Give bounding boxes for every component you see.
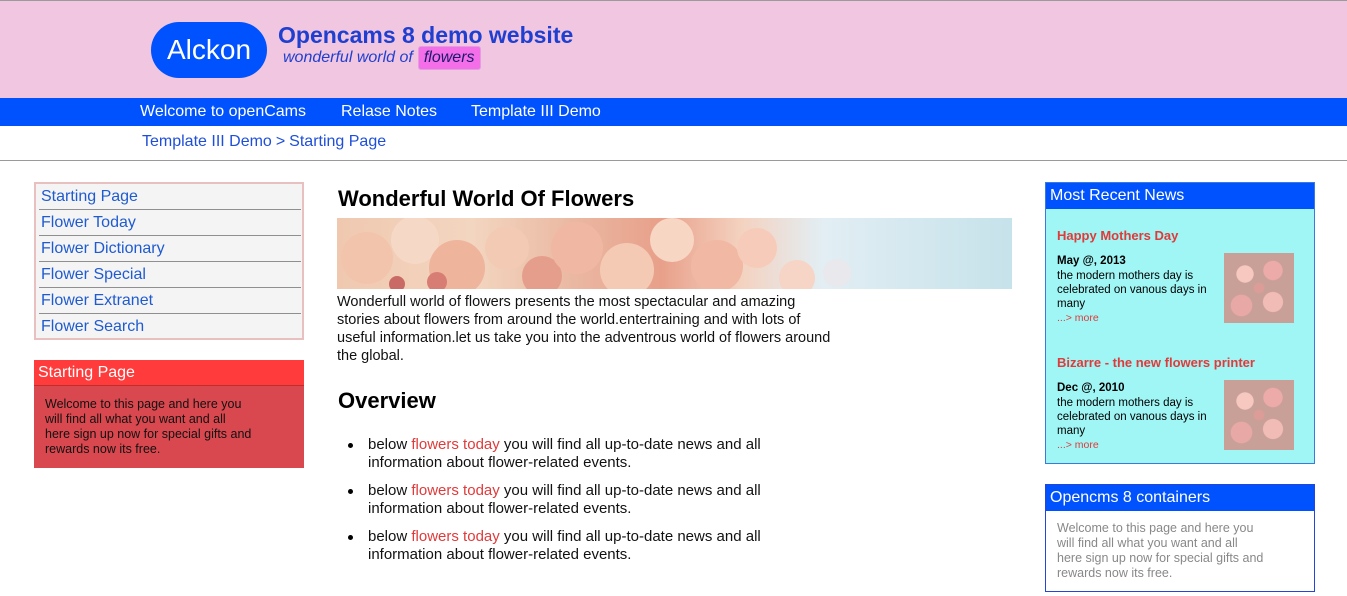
news-headline[interactable]: Bizarre - the new flowers printer [1057,355,1305,370]
news-summary: the modern mothers day is celebrated on … [1057,397,1207,437]
sidebar-item-starting-page[interactable]: Starting Page [39,184,301,210]
bullet-text-before: below [368,436,408,453]
tagline-text: wonderful world of [283,49,413,66]
news-date: May @, 2013 [1057,255,1126,267]
breadcrumb: Template III Demo > Starting Page [142,133,386,151]
bullet-text-before: below [368,528,408,545]
infobox-text: Welcome to this page and here you will f… [45,397,252,456]
tagline-highlight: flowers [417,46,481,70]
sidebar-item-flower-dictionary[interactable]: Flower Dictionary [39,236,301,262]
flowers-today-link[interactable]: flowers today [411,482,499,499]
list-item: below flowers today you will find all up… [338,528,808,564]
containers-text: Welcome to this page and here you will f… [1057,521,1264,580]
bullet-text-before: below [368,482,408,499]
overview-list: below flowers today you will find all up… [338,436,808,574]
news-more-link[interactable]: ...> more [1057,312,1099,324]
site-logo[interactable]: Alckon [151,22,267,78]
list-item: below flowers today you will find all up… [338,436,808,472]
news-item: Happy Mothers Day May @, 2013 the modern… [1057,228,1305,324]
flowers-banner-image [337,218,1012,289]
list-item: below flowers today you will find all up… [338,482,808,518]
breadcrumb-parent[interactable]: Template III Demo [142,133,272,150]
breadcrumb-separator: > [275,133,286,150]
news-thumbnail-image[interactable] [1224,380,1294,450]
overview-heading: Overview [338,388,436,413]
nav-item-welcome[interactable]: Welcome to openCams [140,98,306,125]
flowers-today-link[interactable]: flowers today [411,436,499,453]
containers-title: Opencms 8 containers [1046,485,1314,511]
breadcrumb-current[interactable]: Starting Page [289,133,386,150]
sidebar-infobox: Starting Page Welcome to this page and h… [34,360,304,468]
sidebar-item-flower-special[interactable]: Flower Special [39,262,301,288]
header-divider [0,160,1347,161]
news-item: Bizarre - the new flowers printer Dec @,… [1057,355,1305,451]
site-tagline: wonderful world of flowers [283,46,481,70]
recent-news-panel: Most Recent News Happy Mothers Day May @… [1045,182,1315,464]
sidebar-nav: Starting Page Flower Today Flower Dictio… [34,182,304,340]
containers-panel: Opencms 8 containers Welcome to this pag… [1045,484,1315,592]
page-title: Wonderful World Of Flowers [338,186,635,211]
main-nav: Welcome to openCams Relase Notes Templat… [0,98,1347,126]
news-thumbnail-image[interactable] [1224,253,1294,323]
infobox-title: Starting Page [34,360,304,386]
recent-news-title: Most Recent News [1046,183,1314,209]
news-date: Dec @, 2010 [1057,382,1125,394]
site-header: Alckon Opencams 8 demo website wonderful… [0,0,1347,98]
sidebar-item-flower-search[interactable]: Flower Search [39,314,301,340]
sidebar-item-flower-today[interactable]: Flower Today [39,210,301,236]
news-headline[interactable]: Happy Mothers Day [1057,228,1305,243]
news-more-link[interactable]: ...> more [1057,439,1099,451]
site-title: Opencams 8 demo website [278,22,574,48]
nav-item-template-demo[interactable]: Template III Demo [471,98,601,125]
intro-paragraph: Wonderfull world of flowers presents the… [337,294,831,364]
nav-item-release-notes[interactable]: Relase Notes [341,98,437,125]
banner-flowers-illustration [341,218,851,289]
news-summary: the modern mothers day is celebrated on … [1057,270,1207,310]
sidebar-item-flower-extranet[interactable]: Flower Extranet [39,288,301,314]
flowers-today-link[interactable]: flowers today [411,528,499,545]
